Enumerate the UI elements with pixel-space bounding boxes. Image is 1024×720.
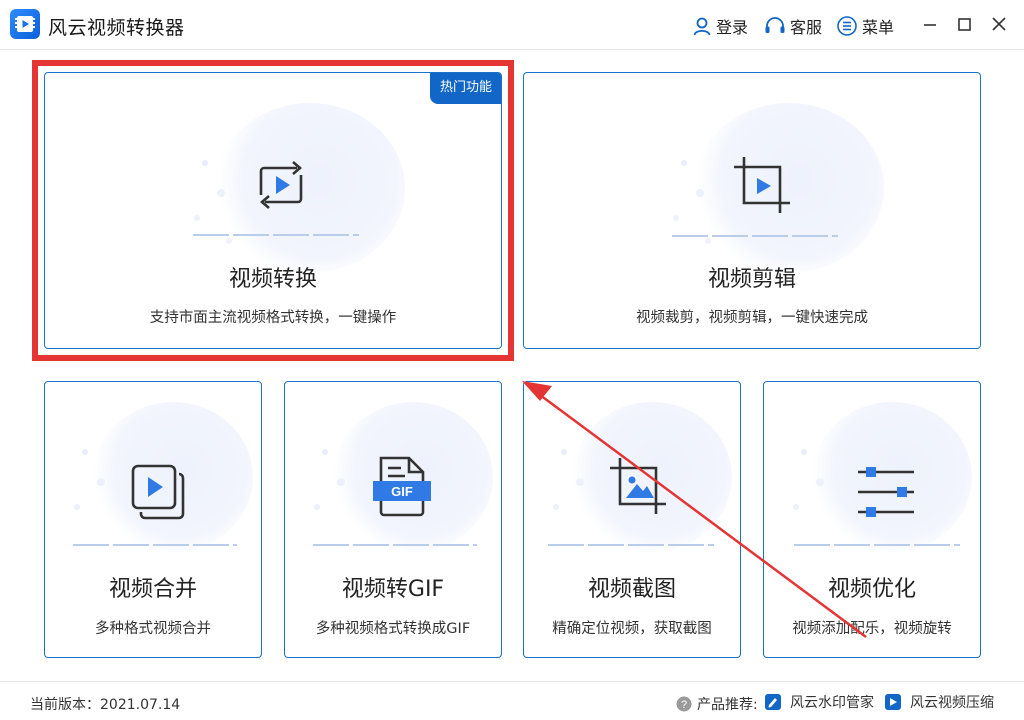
minimize-icon [924, 24, 936, 26]
icon-underline [672, 235, 838, 237]
watermark-app-icon [765, 694, 781, 710]
menu-icon [837, 16, 857, 36]
menu-button[interactable]: 菜单 [836, 14, 894, 38]
app-logo-icon [10, 9, 40, 39]
card-description: 多种格式视频合并 [95, 621, 211, 637]
card-title: 视频剪辑 [707, 267, 796, 292]
decorative-dots [314, 449, 345, 510]
video-convert-card[interactable]: 热门功能 视频转换 支持市面主流视频格式转换，一键操作 [44, 72, 502, 349]
svg-text:?: ? [681, 699, 687, 711]
login-button[interactable]: 登录 [692, 14, 748, 38]
icon-underline [73, 544, 237, 546]
card-description: 视频添加配乐，视频旋转 [792, 621, 952, 637]
maximize-button[interactable] [952, 12, 976, 36]
card-title: 视频优化 [827, 577, 916, 602]
hot-feature-badge: 热门功能 [429, 73, 501, 104]
service-label: 客服 [790, 18, 823, 37]
video-optimize-card[interactable]: 视频优化 视频添加配乐，视频旋转 [763, 381, 981, 658]
card-description: 精确定位视频，获取截图 [552, 621, 712, 637]
card-description: 多种视频格式转换成GIF [315, 621, 471, 637]
merge-icon [129, 462, 187, 526]
user-icon [693, 17, 711, 36]
sliders-icon [856, 464, 916, 524]
version-text: 当前版本：2021.07.14 [30, 697, 181, 713]
product-2-label: 风云视频压缩 [910, 695, 994, 711]
decorative-dots [793, 449, 824, 510]
watermark-manager-link[interactable]: 风云水印管家 [764, 692, 874, 712]
decorative-dots [74, 449, 105, 510]
convert-icon [253, 157, 309, 217]
close-button[interactable] [987, 12, 1011, 36]
gif-file-icon: GIF [371, 454, 433, 522]
headset-icon [765, 17, 785, 33]
card-title: 视频转换 [228, 267, 317, 292]
card-description: 支持市面主流视频格式转换，一键操作 [149, 310, 397, 326]
icon-underline [548, 544, 714, 546]
footer-bar: 当前版本：2021.07.14 ? 产品推荐: 风云水印管家 风云视频压缩 [0, 681, 1024, 720]
video-screenshot-card[interactable]: 视频截图 精确定位视频，获取截图 [523, 381, 741, 658]
video-to-gif-card[interactable]: GIF 视频转GIF 多种视频格式转换成GIF [284, 381, 502, 658]
recommend-label: 产品推荐: [697, 697, 758, 713]
card-title: 视频转GIF [341, 577, 445, 602]
video-compress-link[interactable]: 风云视频压缩 [884, 692, 994, 712]
decorative-dots [553, 449, 584, 510]
card-description: 视频裁剪，视频剪辑，一键快速完成 [636, 310, 868, 326]
product-recommend: ? 产品推荐: [676, 694, 758, 714]
customer-service-button[interactable]: 客服 [764, 14, 822, 38]
help-icon: ? [676, 696, 692, 712]
login-label: 登录 [716, 18, 749, 37]
video-edit-card[interactable]: 视频剪辑 视频裁剪，视频剪辑，一键快速完成 [523, 72, 981, 349]
maximize-icon [958, 18, 971, 31]
product-1-label: 风云水印管家 [790, 695, 874, 711]
minimize-button[interactable] [918, 12, 942, 36]
card-title: 视频合并 [108, 577, 197, 602]
icon-underline [794, 544, 960, 546]
menu-label: 菜单 [862, 18, 895, 37]
crop-icon [730, 153, 794, 221]
card-title: 视频截图 [587, 577, 676, 602]
compress-app-icon [885, 694, 901, 710]
title-bar: 风云视频转换器 登录 客服 菜单 [0, 0, 1024, 50]
app-title: 风云视频转换器 [48, 17, 185, 39]
screenshot-icon [604, 454, 670, 524]
icon-underline [193, 234, 359, 236]
video-merge-card[interactable]: 视频合并 多种格式视频合并 [44, 381, 262, 658]
close-icon [992, 17, 1006, 31]
icon-underline [313, 544, 477, 546]
gif-icon-label: GIF [391, 484, 413, 499]
